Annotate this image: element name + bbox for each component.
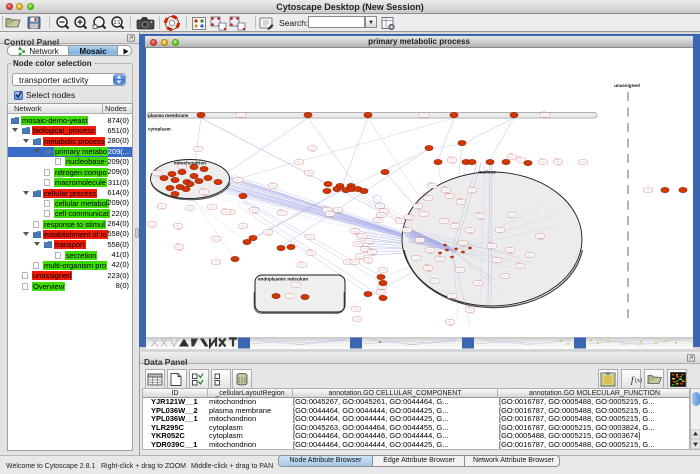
svg-text:unassigned: unassigned: [614, 83, 640, 88]
svg-text:mitochondrion: mitochondrion: [174, 161, 206, 166]
svg-text:endoplasmic reticulum: endoplasmic reticulum: [258, 277, 308, 282]
svg-text:plasma membrane: plasma membrane: [148, 113, 189, 118]
svg-text:1:1: 1:1: [114, 20, 121, 26]
svg-text:cytoplasm: cytoplasm: [148, 127, 171, 132]
svg-text:nucleus: nucleus: [478, 170, 496, 175]
svg-text:(x): (x): [635, 377, 642, 384]
